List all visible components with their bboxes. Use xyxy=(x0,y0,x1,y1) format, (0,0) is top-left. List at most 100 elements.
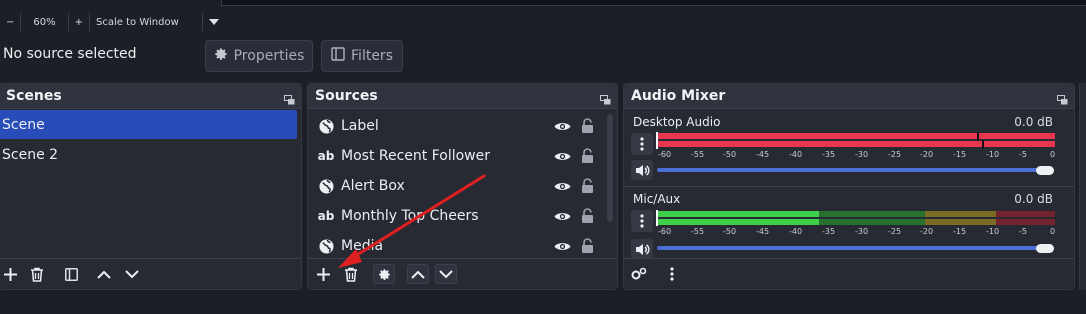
speaker-icon xyxy=(635,164,650,176)
channel-separator xyxy=(624,186,1074,187)
preview-canvas-edge xyxy=(221,0,1086,6)
source-item-label: Label xyxy=(341,118,379,134)
scale-label: -60 xyxy=(658,227,672,236)
volume-meter-segment xyxy=(819,219,925,225)
add-source-button[interactable] xyxy=(312,264,334,284)
mixer-toolbar xyxy=(624,258,1074,289)
scale-label: 0 xyxy=(1050,227,1056,236)
source-item[interactable]: Media xyxy=(308,231,606,260)
sources-dock: Sources Label ab Most Recent Follower Al… xyxy=(307,83,618,290)
move-scene-down-button[interactable] xyxy=(121,264,143,284)
globe-icon xyxy=(318,118,334,134)
source-item[interactable]: ab Most Recent Follower xyxy=(308,141,606,171)
scenes-list: Scene Scene 2 xyxy=(0,110,301,258)
remove-source-button[interactable] xyxy=(340,264,362,284)
zoom-bar: − 60% + Scale to Window xyxy=(0,13,225,31)
scale-label: -50 xyxy=(723,150,737,159)
next-dock-edge xyxy=(1079,83,1086,290)
source-item-label: Monthly Top Cheers xyxy=(341,208,479,224)
sources-dock-header: Sources xyxy=(308,84,617,109)
peak-marker xyxy=(982,140,984,149)
scenes-toolbar xyxy=(0,258,301,289)
scene-filters-button[interactable] xyxy=(60,264,82,284)
move-source-down-button[interactable] xyxy=(435,264,457,284)
scenes-dock-header: Scenes xyxy=(0,84,301,109)
scene-item[interactable]: Scene 2 xyxy=(0,140,297,169)
lock-icon[interactable] xyxy=(581,148,594,167)
chevron-down-icon[interactable] xyxy=(203,13,225,31)
volume-meter-segment xyxy=(996,211,1055,217)
meter-scale: -60 -55 -50 -45 -40 -35 -30 -25 -20 -15 … xyxy=(624,150,1076,162)
text-ab-icon: ab xyxy=(317,149,335,163)
filters-button[interactable]: Filters xyxy=(321,40,403,72)
scale-label: -55 xyxy=(691,227,705,236)
volume-meter-segment xyxy=(819,211,925,217)
volume-slider-track[interactable] xyxy=(657,246,1049,250)
move-source-up-button[interactable] xyxy=(407,264,429,284)
add-scene-button[interactable] xyxy=(0,264,21,284)
scale-label: -25 xyxy=(888,150,902,159)
eye-icon[interactable] xyxy=(554,150,571,166)
sources-title: Sources xyxy=(315,88,378,104)
meter-scale: -60 -55 -50 -45 -40 -35 -30 -25 -20 -15 … xyxy=(624,227,1076,239)
lock-icon[interactable] xyxy=(581,238,594,257)
scene-item-label: Scene 2 xyxy=(2,146,59,163)
status-strip xyxy=(0,293,1086,314)
mute-button[interactable] xyxy=(631,160,653,180)
volume-meter-bottom xyxy=(657,219,819,225)
volume-meter-segment xyxy=(996,219,1055,225)
mute-button[interactable] xyxy=(631,239,653,259)
channel-name: Mic/Aux xyxy=(633,192,681,206)
scale-mode-select[interactable]: Scale to Window xyxy=(90,13,203,31)
properties-label: Properties xyxy=(233,48,305,64)
scale-label: -10 xyxy=(986,227,1000,236)
scale-label: -15 xyxy=(953,150,967,159)
volume-meter-segment xyxy=(925,219,996,225)
remove-scene-button[interactable] xyxy=(26,264,48,284)
mixer-title: Audio Mixer xyxy=(631,88,726,104)
source-item[interactable]: ab Monthly Top Cheers xyxy=(308,201,606,231)
peak-marker xyxy=(656,210,658,226)
lock-icon[interactable] xyxy=(581,118,594,137)
properties-button[interactable]: Properties xyxy=(205,40,313,72)
audio-mixer-dock: Audio Mixer Desktop Audio 0.0 dB -60 -55… xyxy=(623,83,1075,290)
scale-label: -35 xyxy=(822,227,836,236)
source-item[interactable]: Alert Box xyxy=(308,171,606,201)
zoom-out-button[interactable]: − xyxy=(0,13,22,31)
advanced-audio-gear-icon[interactable] xyxy=(628,264,650,284)
volume-slider-track[interactable] xyxy=(657,168,1049,172)
mixer-menu-button[interactable] xyxy=(661,264,683,284)
sources-scrollbar[interactable] xyxy=(607,114,613,222)
volume-meter-top xyxy=(657,133,1055,139)
undock-icon[interactable] xyxy=(600,90,611,105)
undock-icon[interactable] xyxy=(1057,90,1068,105)
sources-toolbar xyxy=(308,258,617,289)
scene-item[interactable]: Scene xyxy=(0,110,297,139)
eye-icon[interactable] xyxy=(554,180,571,196)
channel-db: 0.0 dB xyxy=(1014,192,1053,206)
volume-meter-bottom xyxy=(657,141,1055,147)
scale-label: -30 xyxy=(855,227,869,236)
volume-slider-knob[interactable] xyxy=(1036,166,1054,175)
volume-meter-segment xyxy=(925,211,996,217)
globe-icon xyxy=(318,178,334,194)
zoom-level: 60% xyxy=(21,13,69,31)
source-item[interactable]: Label xyxy=(308,111,606,141)
no-source-label: No source selected xyxy=(3,46,137,62)
eye-icon[interactable] xyxy=(554,120,571,136)
undock-icon[interactable] xyxy=(284,90,295,105)
scale-label: -60 xyxy=(658,150,672,159)
lock-icon[interactable] xyxy=(581,208,594,227)
volume-meter-top xyxy=(657,211,819,217)
scale-label: -40 xyxy=(789,150,803,159)
gear-icon xyxy=(214,47,228,65)
eye-icon[interactable] xyxy=(554,240,571,256)
zoom-in-button[interactable]: + xyxy=(69,13,91,31)
eye-icon[interactable] xyxy=(554,210,571,226)
volume-slider-knob[interactable] xyxy=(1036,244,1054,253)
move-scene-up-button[interactable] xyxy=(93,264,115,284)
lock-icon[interactable] xyxy=(581,178,594,197)
source-properties-button[interactable] xyxy=(373,264,395,284)
scale-label: -30 xyxy=(855,150,869,159)
scale-label: 0 xyxy=(1050,150,1056,159)
